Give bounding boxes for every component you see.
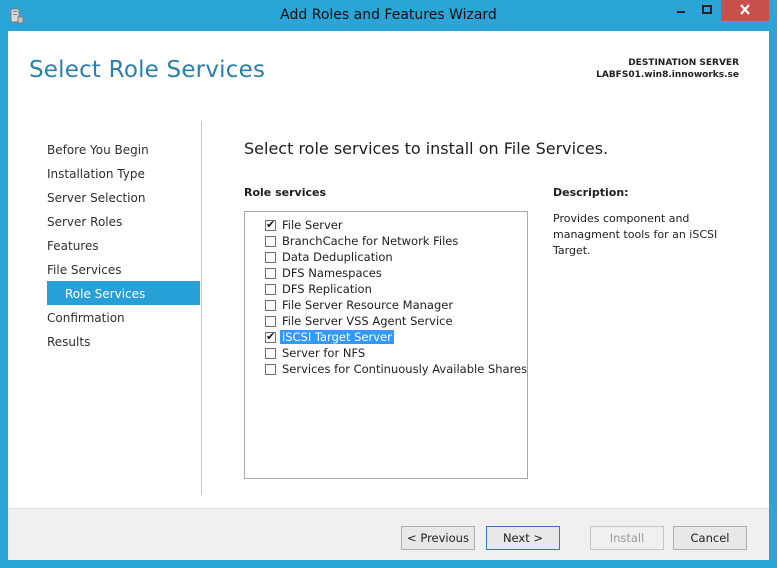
role-label: File Server [282, 218, 343, 232]
list-item-iscsi-target-server[interactable]: ✔ iSCSI Target Server [265, 329, 394, 345]
minimize-icon [676, 4, 686, 18]
nav-item-installation-type[interactable]: Installation Type [47, 167, 145, 181]
install-button[interactable]: Install [590, 526, 664, 550]
checkbox[interactable] [265, 299, 276, 311]
destination-server-label: DESTINATION SERVER [628, 58, 739, 68]
checkbox[interactable]: ✔ [265, 217, 276, 231]
checkbox[interactable] [265, 235, 276, 247]
checkbox[interactable]: ✔ [265, 329, 276, 343]
wizard-window: Add Roles and Features Wizard Select Rol… [0, 0, 777, 568]
description-label: Description: [553, 186, 629, 199]
maximize-button[interactable] [694, 0, 720, 21]
role-label: DFS Replication [282, 282, 372, 296]
checkbox[interactable] [265, 267, 276, 279]
list-item-server-for-nfs[interactable]: Server for NFS [265, 345, 367, 361]
page-title: Select Role Services [29, 57, 266, 83]
nav-item-role-services[interactable]: Role Services [65, 287, 145, 301]
list-item-vss-agent[interactable]: File Server VSS Agent Service [265, 313, 455, 329]
close-icon [739, 3, 751, 18]
nav-item-file-services[interactable]: File Services [47, 263, 122, 277]
maximize-icon [702, 4, 712, 18]
list-item-fsrm[interactable]: File Server Resource Manager [265, 297, 455, 313]
nav-item-before-you-begin[interactable]: Before You Begin [47, 143, 149, 157]
list-item-file-server[interactable]: ✔ File Server [265, 217, 345, 233]
next-button[interactable]: Next > [486, 526, 560, 550]
checkbox[interactable] [265, 363, 276, 375]
role-label: Data Deduplication [282, 250, 393, 264]
nav-item-server-roles[interactable]: Server Roles [47, 215, 122, 229]
role-label: Services for Continuously Available Shar… [282, 362, 528, 376]
role-label: Server for NFS [282, 346, 366, 360]
window-title: Add Roles and Features Wizard [280, 7, 497, 23]
role-label: iSCSI Target Server [280, 330, 394, 344]
nav-item-server-selection[interactable]: Server Selection [47, 191, 145, 205]
wizard-content: Select Role Services DESTINATION SERVER … [8, 31, 769, 560]
nav-item-confirmation[interactable]: Confirmation [47, 311, 125, 325]
section-heading: Select role services to install on File … [244, 139, 609, 158]
check-icon: ✔ [266, 217, 276, 231]
close-button[interactable] [721, 0, 769, 21]
checkbox[interactable] [265, 283, 276, 295]
role-label: File Server VSS Agent Service [282, 314, 453, 328]
destination-server-name: LABFS01.win8.innoworks.se [596, 70, 739, 80]
role-label: DFS Namespaces [282, 266, 382, 280]
list-item-dfs-namespaces[interactable]: DFS Namespaces [265, 265, 384, 281]
role-services-list[interactable]: ✔ File Server BranchCache for Network Fi… [244, 211, 528, 479]
minimize-button[interactable] [668, 0, 694, 21]
checkbox[interactable] [265, 251, 276, 263]
description-text: Provides component and managment tools f… [553, 212, 718, 257]
list-item-data-deduplication[interactable]: Data Deduplication [265, 249, 395, 265]
role-services-label: Role services [244, 186, 326, 199]
list-item-branchcache[interactable]: BranchCache for Network Files [265, 233, 460, 249]
title-bar[interactable]: Add Roles and Features Wizard [0, 0, 777, 31]
nav-divider [201, 121, 202, 495]
role-label: BranchCache for Network Files [282, 234, 459, 248]
checkbox[interactable] [265, 347, 276, 359]
nav-item-features[interactable]: Features [47, 239, 99, 253]
list-item-continuously-available-shares[interactable]: Services for Continuously Available Shar… [265, 361, 529, 377]
nav-item-results[interactable]: Results [47, 335, 90, 349]
cancel-button[interactable]: Cancel [673, 526, 747, 550]
check-icon: ✔ [266, 329, 276, 343]
button-bar: < Previous Next > Install Cancel [8, 508, 769, 560]
role-label: File Server Resource Manager [282, 298, 454, 312]
list-item-dfs-replication[interactable]: DFS Replication [265, 281, 374, 297]
previous-button[interactable]: < Previous [401, 526, 475, 550]
checkbox[interactable] [265, 315, 276, 327]
